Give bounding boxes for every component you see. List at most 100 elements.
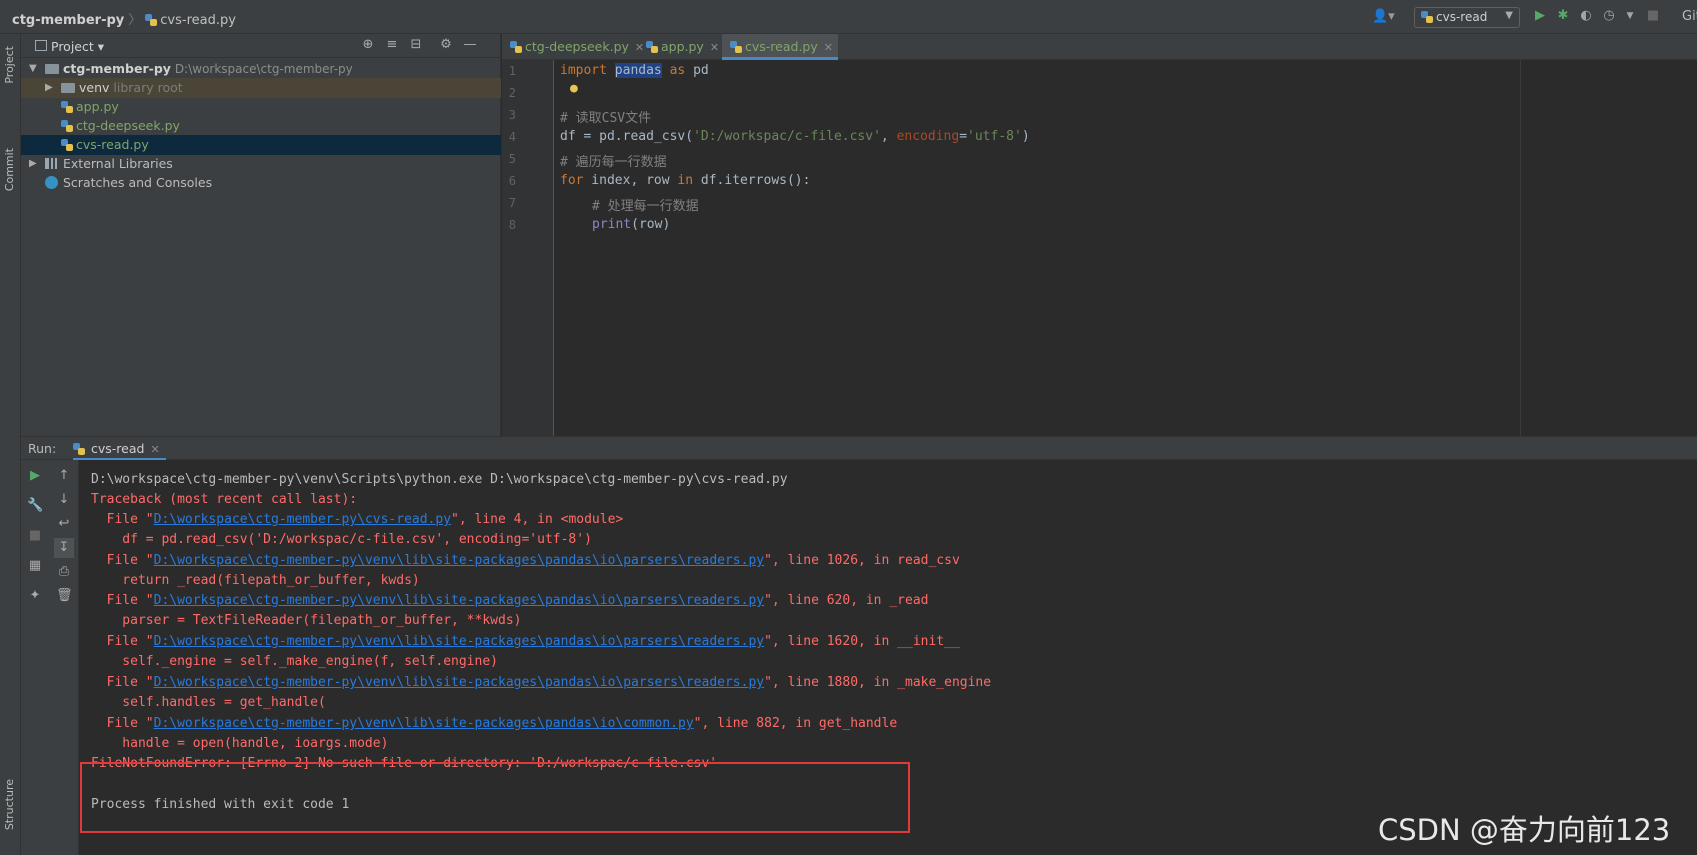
- lightbulb-icon[interactable]: ●: [570, 81, 578, 96]
- editor-tabs: ctg-deepseek.py ✕ app.py ✕ cvs-read.py ✕: [502, 34, 1697, 60]
- project-panel-title[interactable]: Project ▾: [51, 39, 104, 54]
- tab-label: ctg-deepseek.py: [525, 39, 629, 54]
- line-number: 1: [508, 64, 516, 78]
- code-line-5: # 遍历每一行数据: [560, 155, 667, 170]
- chevron-down-icon: ▼: [1505, 10, 1513, 21]
- git-label[interactable]: Git:: [1682, 9, 1697, 24]
- line-number: 4: [508, 130, 516, 144]
- file-link[interactable]: D:\workspace\ctg-member-py\venv\lib\site…: [154, 593, 764, 608]
- wrench-icon[interactable]: 🔧: [27, 498, 43, 514]
- folder-icon: [61, 83, 75, 93]
- traceback-code: self.handles = get_handle(: [91, 695, 326, 710]
- trash-icon[interactable]: 🗑: [56, 588, 73, 604]
- gear-icon[interactable]: ⚙: [439, 38, 453, 52]
- project-tool-tab[interactable]: Project: [3, 46, 16, 84]
- line-number: 8: [508, 218, 516, 232]
- code-line-4: df = pd.read_csv('D:/workspac/c-file.csv…: [560, 129, 1030, 144]
- profile-icon[interactable]: ◷: [1601, 8, 1617, 24]
- code-editor[interactable]: 1 2 3 4 5 6 7 8 ● import pandas as pd # …: [502, 60, 1697, 436]
- tree-item-external-libraries[interactable]: ▶ External Libraries: [21, 154, 501, 174]
- run-config-select[interactable]: cvs-read ▼: [1414, 7, 1520, 28]
- line-number: 5: [508, 152, 516, 166]
- scratches-icon: [45, 176, 58, 189]
- python-icon: [1421, 11, 1433, 23]
- breadcrumb-file[interactable]: cvs-read.py: [160, 13, 236, 28]
- traceback-frame: File "D:\workspace\ctg-member-py\venv\li…: [91, 553, 960, 568]
- expand-all-icon[interactable]: ≡: [385, 38, 399, 52]
- title-bar: ctg-member-py 〉 cvs-read.py 👤▾ cvs-read ▼ ▶…: [0, 0, 1697, 34]
- library-icon: [45, 158, 59, 169]
- line-number: 7: [508, 196, 516, 210]
- collapse-all-icon[interactable]: ⊟: [409, 38, 423, 52]
- root-path: D:\workspace\ctg-member-py: [174, 62, 353, 76]
- file-link[interactable]: D:\workspace\ctg-member-py\venv\lib\site…: [154, 675, 764, 690]
- user-icon[interactable]: 👤▾: [1372, 9, 1395, 24]
- external-libraries-label: External Libraries: [63, 156, 173, 171]
- right-margin-guide: [1520, 60, 1521, 436]
- run-label: Run:: [28, 441, 57, 456]
- more-run-chevron-icon[interactable]: ▼: [1622, 8, 1638, 24]
- rerun-icon[interactable]: ▶: [27, 468, 43, 484]
- traceback-frame: File "D:\workspace\ctg-member-py\cvs-rea…: [91, 512, 624, 527]
- tab-cvs-read[interactable]: cvs-read.py ✕: [722, 34, 838, 60]
- up-arrow-icon[interactable]: ↑: [56, 468, 72, 484]
- error-highlight-box: [80, 762, 910, 833]
- minimize-icon[interactable]: —: [463, 38, 477, 52]
- file-link[interactable]: D:\workspace\ctg-member-py\cvs-read.py: [154, 512, 451, 527]
- watermark: CSDN @奋力向前123: [1378, 813, 1671, 847]
- stop-icon[interactable]: ■: [1645, 8, 1661, 24]
- layout-icon[interactable]: ▦: [27, 558, 43, 574]
- traceback-code: handle = open(handle, ioargs.mode): [91, 736, 389, 751]
- structure-tool-tab[interactable]: Structure: [3, 779, 16, 830]
- project-panel-header: Project ▾ ⊕ ≡ ⊟ ⚙ —: [21, 34, 500, 58]
- python-file-icon: [730, 41, 742, 53]
- project-panel: Project ▾ ⊕ ≡ ⊟ ⚙ — ▼ ctg-member-py D:\w…: [21, 34, 501, 436]
- file-link[interactable]: D:\workspace\ctg-member-py\venv\lib\site…: [154, 553, 764, 568]
- file-link[interactable]: D:\workspace\ctg-member-py\venv\lib\site…: [154, 716, 694, 731]
- folder-icon: [45, 64, 59, 74]
- tree-item-scratches[interactable]: Scratches and Consoles: [21, 173, 501, 193]
- python-icon: [73, 443, 85, 455]
- tab-label: app.py: [661, 39, 704, 54]
- line-gutter: 1 2 3 4 5 6 7 8: [502, 60, 554, 436]
- tree-item-venv[interactable]: ▶ venv library root: [21, 78, 501, 98]
- down-arrow-icon[interactable]: ↓: [56, 492, 72, 508]
- run-icon[interactable]: ▶: [1532, 8, 1548, 24]
- tree-item-cvs-read[interactable]: cvs-read.py: [21, 135, 501, 155]
- run-config-label: cvs-read: [1436, 10, 1488, 24]
- file-link[interactable]: D:\workspace\ctg-member-py\venv\lib\site…: [154, 634, 764, 649]
- run-tab-cvs-read[interactable]: cvs-read ✕: [73, 437, 166, 461]
- stop-icon[interactable]: ■: [27, 528, 43, 544]
- tree-item-ctg-deepseek[interactable]: ctg-deepseek.py: [21, 116, 501, 136]
- venv-label: venv: [79, 80, 110, 95]
- commit-tool-tab[interactable]: Commit: [3, 148, 16, 191]
- close-icon[interactable]: ✕: [824, 41, 833, 54]
- traceback-frame: File "D:\workspace\ctg-member-py\venv\li…: [91, 634, 960, 649]
- breadcrumb-project[interactable]: ctg-member-py: [12, 13, 124, 28]
- file-label: app.py: [76, 99, 119, 114]
- close-icon[interactable]: ✕: [150, 443, 159, 456]
- traceback-code: parser = TextFileReader(filepath_or_buff…: [91, 613, 522, 628]
- traceback-frame: File "D:\workspace\ctg-member-py\venv\li…: [91, 716, 898, 731]
- soft-wrap-icon[interactable]: ↩: [56, 516, 72, 532]
- locate-icon[interactable]: ⊕: [361, 38, 375, 52]
- code-line-8: print(row): [592, 217, 671, 232]
- tab-app[interactable]: app.py ✕: [638, 34, 722, 60]
- tree-item-app[interactable]: app.py: [21, 97, 501, 117]
- python-file-icon: [145, 14, 158, 26]
- scroll-to-end-icon[interactable]: ↧: [54, 538, 74, 558]
- traceback-code: return _read(filepath_or_buffer, kwds): [91, 573, 420, 588]
- tab-ctg-deepseek[interactable]: ctg-deepseek.py ✕: [502, 34, 644, 60]
- traceback-code: df = pd.read_csv('D:/workspac/c-file.csv…: [91, 532, 592, 547]
- chevron-down-icon: ▼: [29, 63, 37, 74]
- python-file-icon: [646, 41, 658, 53]
- print-icon[interactable]: ⎙: [56, 564, 72, 580]
- traceback-frame: File "D:\workspace\ctg-member-py\venv\li…: [91, 675, 992, 690]
- pin-icon[interactable]: ✦: [27, 588, 43, 604]
- debug-icon[interactable]: ✱: [1555, 8, 1571, 24]
- coverage-icon[interactable]: ◐: [1578, 8, 1594, 24]
- tree-root[interactable]: ▼ ctg-member-py D:\workspace\ctg-member-…: [21, 59, 501, 79]
- code-line-6: for index, row in df.iterrows():: [560, 173, 811, 188]
- code-line-3: # 读取CSV文件: [560, 111, 652, 126]
- close-icon[interactable]: ✕: [710, 41, 719, 54]
